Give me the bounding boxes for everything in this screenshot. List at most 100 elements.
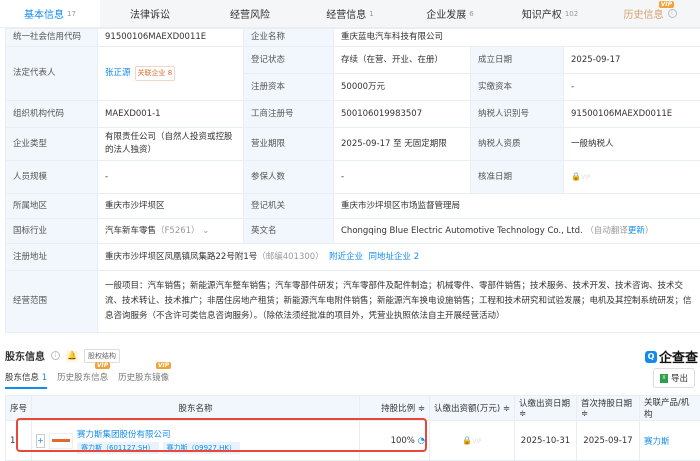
- info-icon[interactable]: i: [51, 351, 60, 360]
- tax-id: 91500106MAEXD0011E: [564, 101, 700, 128]
- label: 统一社会信用代码: [6, 29, 98, 47]
- chart-icon[interactable]: ◔: [418, 436, 425, 446]
- company-logo: [49, 433, 73, 449]
- authority: 重庆市沙坪坝区市场监督管理局: [334, 194, 700, 219]
- tab-label: 经营信息: [326, 6, 366, 21]
- label: 注册地址: [6, 244, 98, 271]
- stock-tag[interactable]: 赛力斯（601127.SH）: [77, 442, 159, 454]
- capital: 50000万元: [334, 74, 471, 101]
- share-ratio: 100%: [391, 436, 415, 446]
- subtab-label: 股东信息: [5, 373, 39, 383]
- label: 国标行业: [6, 219, 98, 244]
- lock-icon: 🔒: [571, 172, 581, 181]
- subtab-shareholders[interactable]: 股东信息 1: [5, 371, 47, 389]
- insured: -: [334, 161, 471, 194]
- english-name-cell: Chongqing Blue Electric Automotive Techn…: [334, 219, 700, 244]
- equity-structure-button[interactable]: 股权结构: [84, 349, 120, 363]
- tab-ip[interactable]: 知识产权102: [500, 0, 600, 27]
- tab-label: 法律诉讼: [130, 6, 170, 21]
- subtab-label: 历史股东镜像: [118, 373, 169, 383]
- logo-text: 企查查: [659, 347, 698, 366]
- col-header: 关联产品/机构: [640, 396, 700, 421]
- label: 成立日期: [471, 47, 564, 74]
- stock-tag[interactable]: 赛力斯（09927.HK）: [163, 442, 240, 454]
- shareholder-section-header: 股东信息 i 🔔 股权结构: [5, 348, 120, 363]
- address: 重庆市沙坪坝区凤凰镇凤集路22号附1号: [105, 252, 257, 262]
- tab-count: 6: [469, 10, 473, 18]
- basic-info-table: 统一社会信用代码91500106MAEXD0011E企业名称重庆蓝电汽车科技有限…: [5, 28, 700, 333]
- industry-code: （F5261）: [156, 226, 200, 236]
- address-cell: 重庆市沙坪坝区凤凰镇凤集路22号附1号（邮编401300） 附近企业 同地址企业…: [98, 244, 700, 271]
- nearby-companies-link[interactable]: 附近企业: [329, 252, 363, 262]
- region: 重庆市沙坪坝区: [98, 194, 244, 219]
- tab-operation[interactable]: 经营信息1: [300, 0, 400, 27]
- col-header-sortable[interactable]: 认缴出资日期 ≑: [515, 396, 577, 421]
- business-scope: 一般项目：汽车销售；新能源汽车整车销售；汽车零部件研发；汽车零部件及配件制造；机…: [98, 271, 700, 333]
- staff: -: [98, 161, 244, 194]
- export-label: 导出: [671, 372, 688, 384]
- label: 工商注册号: [244, 101, 334, 128]
- org-code: MAEXD001-1: [98, 101, 244, 128]
- lock-icon: 🔒: [462, 436, 472, 445]
- export-button[interactable]: X导出: [653, 368, 695, 388]
- tab-label: 经营风险: [230, 6, 270, 21]
- tab-history[interactable]: 历史信息VIPi: [600, 0, 700, 27]
- credit-code: 91500106MAEXD0011E: [98, 29, 244, 47]
- col-header: 股东名称: [32, 396, 360, 421]
- vip-badge: VIP: [659, 1, 674, 8]
- vip-badge: VIP: [95, 362, 110, 369]
- update-link[interactable]: 更新: [628, 226, 645, 236]
- vip-badge: VIP: [156, 362, 171, 369]
- english-name: Chongqing Blue Electric Automotive Techn…: [341, 226, 583, 236]
- term: 2025-09-17 至 无固定期限: [334, 128, 471, 161]
- related-company-tag[interactable]: 关联企业 8: [135, 66, 176, 81]
- section-title: 股东信息: [5, 348, 45, 363]
- tab-risk[interactable]: 经营风险: [200, 0, 300, 27]
- vip-badge: VIP: [472, 438, 482, 445]
- subtab-history-shareholders[interactable]: 历史股东信息VIP: [57, 371, 108, 389]
- excel-icon: X: [660, 374, 668, 383]
- founded: 2025-09-17: [564, 47, 700, 74]
- label: 纳税人资质: [471, 128, 564, 161]
- chevron-down-icon: ⌄: [200, 226, 210, 236]
- postcode: （邮编401300）: [257, 252, 323, 262]
- subtab-count: 1: [42, 373, 47, 383]
- status: 存续（在营、开业、在册）: [334, 47, 471, 74]
- col-header-sortable[interactable]: 认缴出资额(万元) ≑: [430, 396, 515, 421]
- label: 经营范围: [6, 271, 98, 333]
- industry[interactable]: 汽车新车零售（F5261） ⌄: [98, 219, 244, 244]
- label: 企业名称: [244, 29, 334, 47]
- label: 实缴资本: [471, 74, 564, 101]
- paren: ）: [645, 226, 654, 236]
- paid-capital: -: [564, 74, 700, 101]
- vip-badge: VIP: [581, 174, 591, 181]
- tab-legal[interactable]: 法律诉讼: [100, 0, 200, 27]
- tab-basic-info[interactable]: 基本信息17: [0, 0, 100, 27]
- auto-translate: （自动翻译: [585, 226, 628, 236]
- subtab-history-mirror[interactable]: 历史股东镜像VIP: [118, 371, 169, 389]
- col-header: 序号: [6, 396, 32, 421]
- approve-date[interactable]: 🔒VIP: [564, 161, 700, 194]
- label: 人员规模: [6, 161, 98, 194]
- tab-count: 102: [565, 10, 578, 18]
- col-header-sortable[interactable]: 首次持股日期 ≑: [577, 396, 640, 421]
- bell-icon[interactable]: 🔔: [66, 350, 78, 362]
- label: 企业类型: [6, 128, 98, 161]
- company-type: 有限责任公司（自然人投资或控股的法人独资）: [98, 128, 244, 161]
- main-tabs: 基本信息17 法律诉讼 经营风险 经营信息1 企业发展6 知识产权102 历史信…: [0, 0, 700, 28]
- shareholder-name-link[interactable]: 赛力斯集团股份有限公司: [77, 428, 244, 440]
- expand-button[interactable]: +: [36, 434, 45, 448]
- taxpayer: 一般纳税人: [564, 128, 700, 161]
- label: 登记状态: [244, 47, 334, 74]
- company-name: 重庆蓝电汽车科技有限公司: [334, 29, 700, 47]
- related-product-link[interactable]: 赛力斯: [644, 437, 670, 447]
- label: 营业期限: [244, 128, 334, 161]
- tab-development[interactable]: 企业发展6: [400, 0, 500, 27]
- subtab-label: 历史股东信息: [57, 373, 108, 383]
- tab-label: 知识产权: [522, 6, 562, 21]
- legal-rep-cell: 张正源关联企业 8: [98, 47, 244, 101]
- col-header-sortable[interactable]: 持股比例 ≑: [360, 396, 430, 421]
- tab-count: 17: [67, 10, 76, 18]
- same-address-link[interactable]: 同地址企业 2: [369, 252, 420, 262]
- legal-rep-link[interactable]: 张正源: [105, 68, 131, 78]
